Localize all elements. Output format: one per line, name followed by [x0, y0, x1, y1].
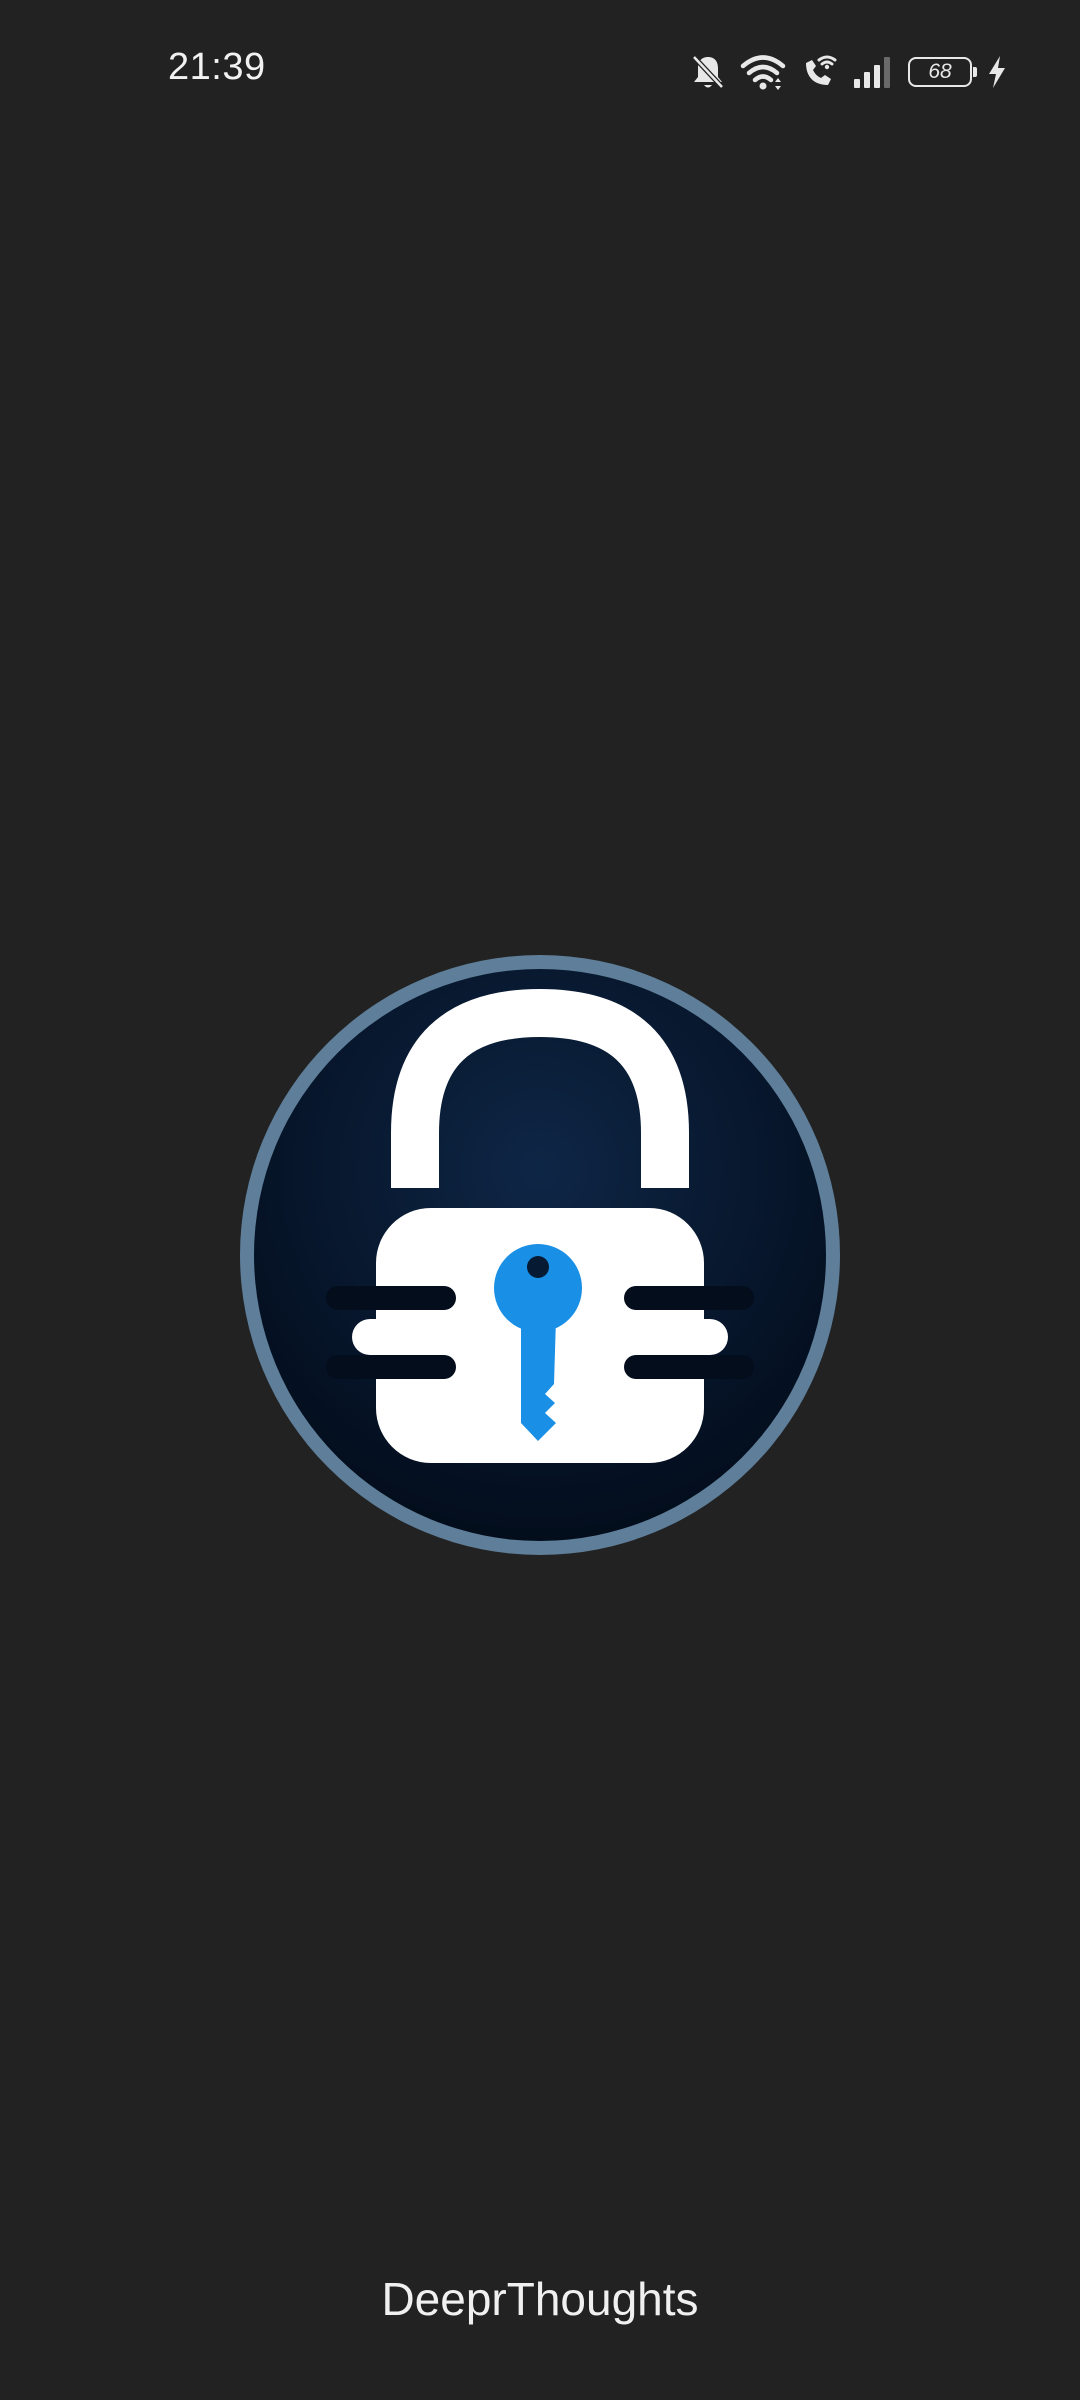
battery-indicator: 68: [908, 57, 977, 87]
battery-icon: 68: [908, 57, 977, 87]
status-bar: 21:39 68: [0, 0, 1080, 150]
wifi-icon: [740, 53, 786, 91]
app-name: DeeprThoughts: [381, 2273, 699, 2325]
wifi-calling-icon: [800, 53, 838, 91]
padlock-key-icon: [238, 953, 842, 1557]
status-icons: 68: [690, 50, 1008, 94]
battery-level: 68: [928, 60, 952, 83]
charging-bolt-icon: [986, 54, 1008, 90]
bell-muted-icon: [690, 53, 726, 91]
splash-screen: 21:39 68 DeeprThoughts: [0, 0, 1080, 2400]
status-time: 21:39: [168, 46, 266, 88]
signal-icon: [852, 55, 894, 89]
